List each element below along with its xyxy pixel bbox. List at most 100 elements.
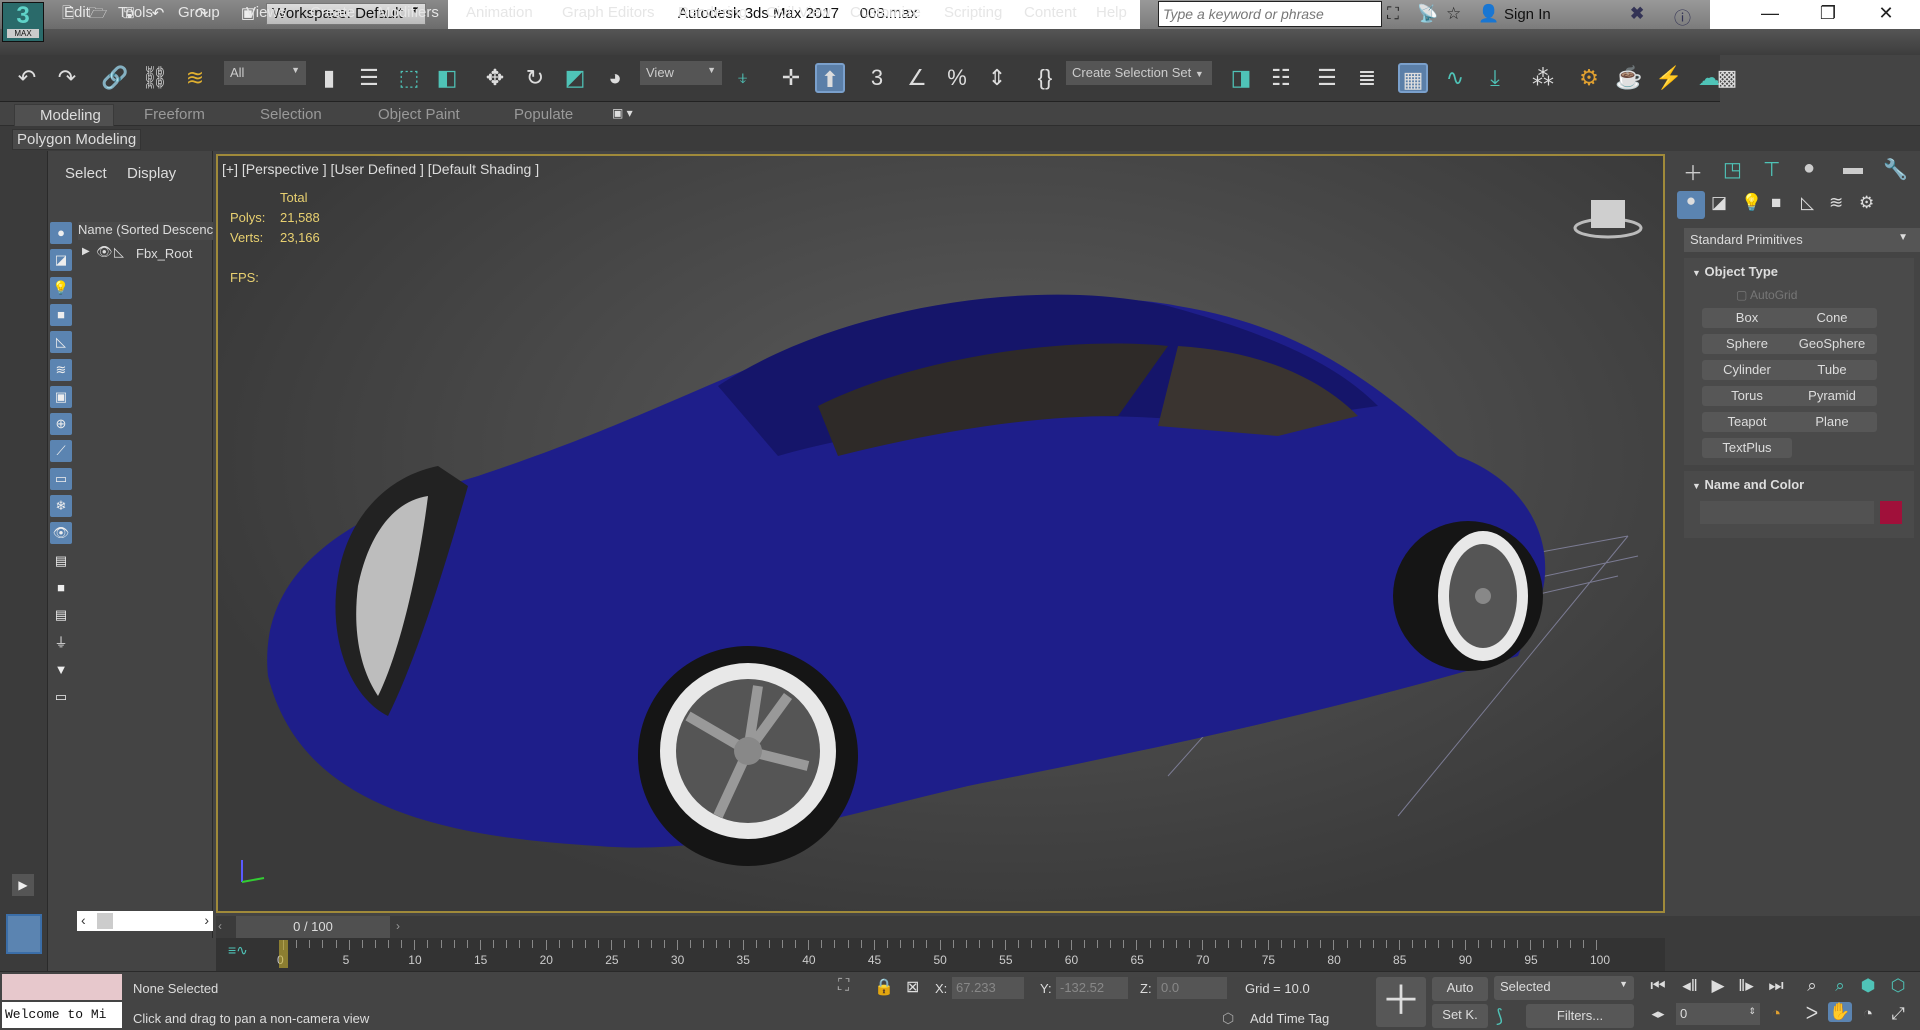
menu-civil-view[interactable]: Civil View [766, 4, 831, 21]
edit-named-selection-icon[interactable]: {} [1030, 63, 1060, 93]
zoom-icon[interactable]: ⌕ [1800, 976, 1824, 996]
containers-filter-icon[interactable]: ▭ [50, 467, 72, 490]
maxscript-listener-mini[interactable] [2, 974, 122, 1000]
create-cylinder-button[interactable]: Cylinder [1702, 360, 1792, 380]
menu-scripting[interactable]: Scripting [944, 4, 1002, 21]
go-to-start-icon[interactable]: ⏮ [1646, 976, 1670, 996]
key-tangent-icon[interactable]: ⟆ [1496, 1006, 1503, 1027]
geometry-filter-icon[interactable]: ● [50, 222, 72, 244]
space-warps-filter-icon[interactable]: ≋ [50, 358, 72, 381]
scale-icon[interactable]: ◩ [560, 63, 590, 93]
viewcube-icon[interactable] [1573, 196, 1643, 241]
create-sphere-button[interactable]: Sphere [1702, 334, 1792, 354]
z-coordinate-field[interactable]: 0.0 [1157, 977, 1227, 999]
help-icon[interactable]: ⓘ [1674, 4, 1691, 29]
menu-create[interactable]: Create [310, 4, 355, 21]
hidden-filter-icon[interactable]: 👁 [50, 522, 72, 545]
geometry-icon[interactable]: ● [1677, 191, 1705, 219]
menu-graph-editors[interactable]: Graph Editors [562, 4, 655, 21]
systems-icon[interactable]: ⚙ [1859, 193, 1874, 213]
add-time-tag-button[interactable]: Add Time Tag [1250, 1011, 1329, 1026]
create-textplus-button[interactable]: TextPlus [1702, 438, 1792, 458]
key-mode-icon[interactable]: ◂▸ [1646, 1006, 1670, 1022]
cameras-icon[interactable]: ■ [1771, 193, 1781, 213]
bones-filter-icon[interactable]: ⟋ [50, 440, 72, 463]
schematic-view-icon[interactable]: ⤓ [1480, 63, 1510, 93]
object-color-swatch[interactable] [1880, 501, 1902, 524]
y-coordinate-field[interactable]: -132.52 [1056, 977, 1128, 999]
ribbon-toggle-icon[interactable]: ▦ [1398, 63, 1428, 93]
name-and-color-header[interactable]: ▼ Name and Color [1692, 477, 1804, 492]
filter-icon[interactable]: ▼ [50, 659, 72, 681]
go-to-end-icon[interactable]: ⏭ [1764, 976, 1788, 996]
rendered-frame-window-icon[interactable]: ☕ [1614, 63, 1644, 93]
previous-key-icon[interactable]: ◂‖ [1678, 976, 1702, 996]
next-key-icon[interactable]: ‖▸ [1734, 976, 1758, 996]
named-selection-sets-dropdown[interactable]: Create Selection Set ▼ [1066, 61, 1212, 85]
open-file-icon[interactable]: 🗁 [88, 4, 108, 24]
zoom-extents-icon[interactable]: ⬢ [1856, 976, 1880, 996]
x-coordinate-field[interactable]: 67.233 [952, 977, 1024, 999]
scroll-left-icon[interactable]: ‹ [81, 912, 86, 928]
tab-modeling[interactable]: Modeling [14, 104, 114, 127]
create-teapot-button[interactable]: Teapot [1702, 412, 1792, 432]
expand-triangle-icon[interactable]: ▶ [82, 246, 90, 257]
link-icon[interactable]: 🔗 [100, 63, 130, 93]
snaps-toggle-icon[interactable]: 3 [862, 63, 892, 93]
menu-modifiers[interactable]: Modifiers [378, 4, 439, 21]
lights-filter-icon[interactable]: 💡 [50, 276, 72, 299]
menu-customize[interactable]: Customize [850, 4, 921, 21]
sign-in-button[interactable]: Sign In [1504, 6, 1551, 23]
scene-explorer-icon[interactable]: ☰ [1312, 63, 1342, 93]
render-setup-icon[interactable]: ⚙ [1574, 63, 1604, 93]
helpers-icon[interactable]: ◺ [1801, 193, 1814, 213]
next-frame-icon[interactable]: › [396, 919, 400, 933]
layer-icon[interactable]: ▭ [50, 686, 72, 708]
maximize-viewport-icon[interactable]: ⤢ [1886, 1004, 1910, 1024]
close-button[interactable]: ✕ [1866, 3, 1906, 24]
explorer-tab-display[interactable]: Display [127, 165, 176, 182]
place-icon[interactable]: ◕ [600, 63, 630, 93]
move-icon[interactable]: ✥ [480, 63, 510, 93]
filter-funnel-icon[interactable]: ⏚ [50, 632, 72, 654]
cameras-filter-icon[interactable]: ■ [50, 303, 72, 326]
keyboard-shortcut-override-icon[interactable]: ⬆ [815, 63, 845, 93]
modify-tab-icon[interactable]: ◳ [1723, 157, 1742, 182]
menu-edit[interactable]: Edit [64, 4, 90, 21]
create-box-button[interactable]: Box [1702, 308, 1792, 328]
lock-selection-icon[interactable]: 🔒 [874, 977, 894, 997]
explorer-tab-select[interactable]: Select [65, 165, 107, 182]
zoom-all-icon[interactable]: ⌕ [1828, 976, 1852, 996]
menu-animation[interactable]: Animation [466, 4, 533, 21]
xrefs-filter-icon[interactable]: ⊕ [50, 413, 72, 436]
tree-item[interactable]: ▶ 👁 ◺ Fbx_Root [78, 244, 213, 264]
ribbon-options-icon[interactable]: ▣ ▾ [612, 106, 633, 120]
transform-mode-icon[interactable]: ⊠ [906, 977, 919, 997]
frozen-filter-icon[interactable]: ❄ [50, 495, 72, 517]
app-menu-button[interactable]: 3 MAX [2, 2, 44, 42]
object-name-input[interactable] [1700, 501, 1874, 524]
spinner-snap-icon[interactable]: ⇕ [982, 63, 1012, 93]
layer-explorer-icon[interactable]: ≣ [1352, 63, 1382, 93]
create-geosphere-button[interactable]: GeoSphere [1787, 334, 1877, 354]
search-input[interactable]: Type a keyword or phrase [1158, 1, 1382, 27]
name-column-header[interactable]: Name (Sorted Descenc [78, 222, 213, 240]
percent-snap-icon[interactable]: % [942, 63, 972, 93]
select-by-name-icon[interactable]: ☰ [354, 63, 384, 93]
selection-filter-dropdown[interactable]: All ▼ [224, 61, 306, 85]
lights-icon[interactable]: 💡 [1741, 193, 1762, 213]
previous-frame-icon[interactable]: ‹ [218, 919, 222, 933]
create-cone-button[interactable]: Cone [1787, 308, 1877, 328]
material-editor-icon[interactable]: ⁂ [1528, 63, 1558, 93]
tab-selection[interactable]: Selection [260, 106, 322, 123]
display-all-icon[interactable]: ▤ [50, 550, 72, 572]
invert-display-icon[interactable]: ▤ [50, 604, 72, 626]
tab-populate[interactable]: Populate [514, 106, 573, 123]
play-icon[interactable]: ▶ [1706, 976, 1730, 996]
auto-key-button[interactable]: Auto [1432, 977, 1488, 1001]
pan-view-icon[interactable]: ✋ [1828, 1002, 1852, 1022]
primitive-type-dropdown[interactable]: Standard Primitives ▼ [1684, 228, 1920, 252]
orbit-icon[interactable]: ◔ [1856, 1004, 1880, 1024]
menu-views[interactable]: Views [246, 4, 286, 21]
curve-editor-icon[interactable]: ∿ [1440, 63, 1470, 93]
